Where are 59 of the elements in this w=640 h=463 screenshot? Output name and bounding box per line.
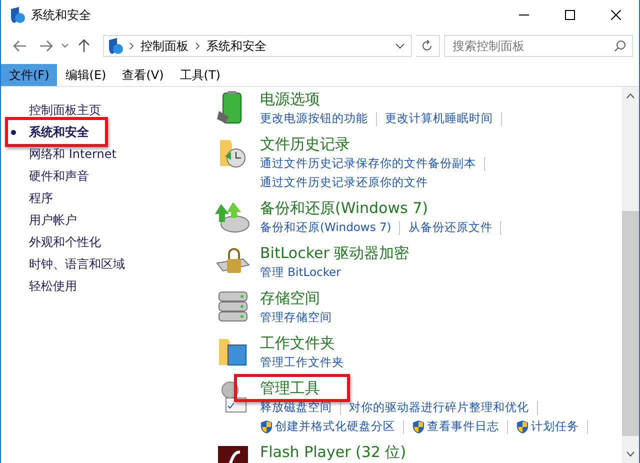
address-bar[interactable]: 控制面板 系统和安全 xyxy=(102,35,412,57)
chevron-right-icon xyxy=(128,42,135,50)
task-link[interactable]: 通过文件历史记录保存你的文件备份副本 xyxy=(260,154,476,173)
stacked-drives-icon xyxy=(216,290,250,324)
window-title: 系统和安全 xyxy=(31,6,92,24)
drive-arrows-icon xyxy=(215,200,251,234)
task-link[interactable]: 更改电源按钮的功能 xyxy=(260,109,368,128)
section-title-link[interactable]: Flash Player (32 位) xyxy=(260,442,406,462)
menu-item[interactable]: 文件(F) xyxy=(1,64,58,86)
search-box[interactable]: 搜索控制面板 xyxy=(444,35,633,57)
breadcrumb-item[interactable]: 系统和安全 xyxy=(206,38,267,54)
menu-item[interactable]: 编辑(E) xyxy=(57,64,114,86)
scrollbar[interactable] xyxy=(622,87,639,463)
task-link[interactable]: 释放磁盘空间 xyxy=(260,398,332,417)
section-title-link[interactable]: 存储空间 xyxy=(260,288,320,308)
sidebar-link[interactable]: 程序 xyxy=(1,187,206,209)
sidebar-link[interactable]: 系统和安全 xyxy=(1,121,206,143)
task-link[interactable]: 管理 BitLocker xyxy=(260,263,341,282)
task-link[interactable]: 通过文件历史记录还原你的文件 xyxy=(260,173,428,192)
sidebar-link[interactable]: 轻松使用 xyxy=(1,275,206,297)
arrow-up-icon xyxy=(78,39,90,53)
chevron-right-icon xyxy=(194,42,201,50)
maximize-icon xyxy=(565,10,575,20)
arrow-left-icon xyxy=(12,40,27,52)
section-title-link[interactable]: 备份和还原(Windows 7) xyxy=(260,198,428,218)
task-link[interactable]: 管理工作文件夹 xyxy=(260,353,344,372)
sidebar-link[interactable]: 时钟、语言和区域 xyxy=(1,253,206,275)
refresh-icon xyxy=(421,40,434,52)
arrow-right-icon xyxy=(38,40,53,52)
search-icon xyxy=(614,40,626,52)
sidebar-link[interactable]: 网络和 Internet xyxy=(1,143,206,165)
section-title-link[interactable]: 工作文件夹 xyxy=(260,333,335,353)
task-link[interactable]: 从备份还原文件 xyxy=(408,218,492,237)
chevron-up-icon[interactable] xyxy=(626,93,635,99)
menu-item[interactable]: 工具(T) xyxy=(172,64,228,86)
refresh-button[interactable] xyxy=(416,35,440,57)
task-link[interactable]: 查看事件日志 xyxy=(412,417,499,436)
close-icon xyxy=(611,10,621,20)
sidebar-link[interactable]: 用户帐户 xyxy=(1,209,206,231)
sidebar-link[interactable]: 硬件和声音 xyxy=(1,165,206,187)
section-title-link[interactable]: 管理工具 xyxy=(260,378,320,398)
chevron-down-icon[interactable] xyxy=(626,451,635,457)
task-link[interactable]: 计划任务 xyxy=(516,417,579,436)
task-link[interactable]: 备份和还原(Windows 7) xyxy=(260,218,392,237)
sidebar-link[interactable]: 外观和个性化 xyxy=(1,231,206,253)
sidebar-link[interactable]: 控制面板主页 xyxy=(1,99,206,121)
breadcrumb-item[interactable]: 控制面板 xyxy=(140,38,189,54)
task-link[interactable]: 创建并格式化硬盘分区 xyxy=(260,417,395,436)
menu-item[interactable]: 查看(V) xyxy=(114,64,172,86)
task-link[interactable]: 管理存储空间 xyxy=(260,308,332,327)
section-title-link[interactable]: BitLocker 驱动器加密 xyxy=(260,243,410,263)
section-title-link[interactable]: 电源选项 xyxy=(260,89,320,109)
section-title-link[interactable]: 文件历史记录 xyxy=(260,134,350,154)
task-link[interactable]: 更改计算机睡眠时间 xyxy=(385,109,493,128)
chevron-down-icon[interactable] xyxy=(60,43,69,49)
task-link[interactable]: 对你的驱动器进行碎片整理和优化 xyxy=(349,398,529,417)
chevron-down-icon[interactable] xyxy=(394,43,405,49)
scroll-thumb[interactable] xyxy=(622,211,639,436)
bullet-icon xyxy=(11,130,16,135)
